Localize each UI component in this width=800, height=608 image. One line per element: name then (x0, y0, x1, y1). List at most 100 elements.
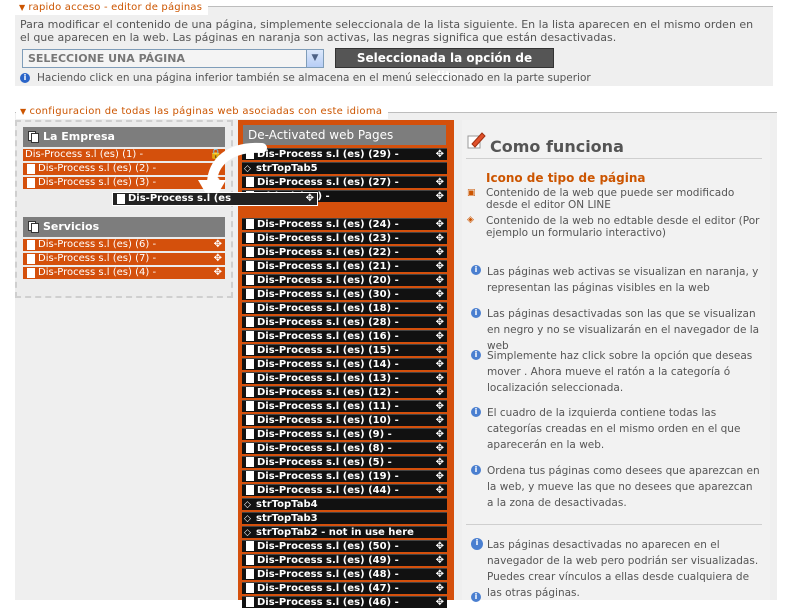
legend-editable: Contenido de la web que puede ser modifi… (486, 187, 735, 211)
page-row[interactable]: Dis-Process s.l (es) (21) - ✥ (242, 260, 447, 272)
chevron-down-icon: ▼ (20, 107, 27, 116)
page-icon (246, 429, 254, 439)
page-row[interactable]: Dis-Process s.l (es) (10) - ✥ (242, 414, 447, 426)
move-icon[interactable]: ✥ (436, 401, 444, 412)
page-row[interactable]: Dis-Process s.l (es) (28) - ✥ (242, 316, 447, 328)
page-icon (246, 317, 254, 327)
page-icon (246, 485, 254, 495)
page-select[interactable]: SELECCIONE UNA PÁGINA ▼ (22, 49, 324, 68)
page-row[interactable]: Dis-Process s.l (es) (4) - ✥ (23, 267, 225, 279)
move-icon[interactable]: ✥ (436, 555, 444, 566)
page-row[interactable]: Dis-Process s.l (es) (20) - ✥ (242, 274, 447, 286)
page-row[interactable]: Dis-Process s.l (es) (46) - ✥ (242, 596, 447, 608)
page-row[interactable]: Dis-Process s.l (es) (8) - ✥ (242, 442, 447, 454)
move-icon[interactable]: ✥ (436, 317, 444, 328)
move-icon[interactable]: ✥ (436, 247, 444, 258)
move-icon[interactable]: ✥ (214, 267, 222, 279)
dragging-page-row[interactable]: Dis-Process s.l (es ✥ (112, 192, 318, 206)
move-icon[interactable]: ✥ (436, 485, 444, 496)
page-row[interactable]: Dis-Process s.l (es) (16) - ✥ (242, 330, 447, 342)
move-icon[interactable]: ✥ (436, 569, 444, 580)
page-icon (246, 303, 254, 313)
page-row[interactable]: Dis-Process s.l (es) (48) - ✥ (242, 568, 447, 580)
quick-access-tab[interactable]: ▼ rapido acceso - editor de páginas (15, 2, 209, 15)
page-row[interactable]: Dis-Process s.l (es) (12) - ✥ (242, 386, 447, 398)
page-row[interactable]: Dis-Process s.l (es) (49) - ✥ (242, 554, 447, 566)
link-row[interactable]: ◇ strTopTab3 (242, 512, 447, 524)
page-icon (246, 373, 254, 383)
move-icon[interactable]: ✥ (436, 233, 444, 244)
move-icon[interactable]: ✥ (214, 239, 222, 251)
move-icon[interactable]: ✥ (436, 289, 444, 300)
page-row[interactable]: Dis-Process s.l (es) (6) - ✥ (23, 239, 225, 251)
divider (466, 524, 762, 525)
page-row[interactable]: Dis-Process s.l (es) (22) - ✥ (242, 246, 447, 258)
page-icon (246, 289, 254, 299)
page-row[interactable]: Dis-Process s.l (es) (14) - ✥ (242, 358, 447, 370)
move-icon[interactable]: ✥ (436, 583, 444, 594)
move-icon[interactable]: ✥ (436, 345, 444, 356)
move-icon[interactable]: ✥ (436, 275, 444, 286)
page-row[interactable]: Dis-Process s.l (es) (5) - ✥ (242, 456, 447, 468)
info-paragraph: El cuadro de la izquierda contiene todas… (487, 407, 741, 451)
move-icon[interactable]: ✥ (436, 303, 444, 314)
move-icon[interactable]: ✥ (436, 191, 444, 202)
page-row[interactable]: Dis-Process s.l (es) (13) - ✥ (242, 372, 447, 384)
page-row[interactable]: Dis-Process s.l (es) (29) - ✥ (242, 148, 447, 160)
link-icon: ◇ (244, 514, 251, 524)
divider (466, 158, 762, 159)
page-row[interactable]: Dis-Process s.l (es) (7) - ✥ (23, 253, 225, 265)
quick-access-description: Para modificar el contenido de una págin… (20, 18, 754, 44)
page-row[interactable]: Dis-Process s.l (es) (19) - ✥ (242, 470, 447, 482)
move-icon[interactable]: ✥ (436, 387, 444, 398)
move-icon[interactable]: ✥ (436, 149, 444, 160)
deactivated-header: De-Activated web Pages (243, 125, 446, 145)
move-icon[interactable]: ✥ (436, 177, 444, 188)
move-icon[interactable]: ✥ (436, 471, 444, 482)
link-icon: ◇ (244, 500, 251, 510)
page-row[interactable]: Dis-Process s.l (es) (27) - ✥ (242, 176, 447, 188)
move-icon[interactable]: ✥ (436, 597, 444, 608)
move-icon[interactable]: ✥ (436, 415, 444, 426)
page-row[interactable]: Dis-Process s.l (es) (15) - ✥ (242, 344, 447, 356)
page-row[interactable]: Dis-Process s.l (es) (9) - ✥ (242, 428, 447, 440)
link-row[interactable]: ◇ strTopTab2 - not in use here (242, 526, 447, 538)
page-row[interactable]: Dis-Process s.l (es) (47) - ✥ (242, 582, 447, 594)
category-header[interactable]: Servicios (23, 217, 225, 237)
move-icon[interactable]: ✥ (214, 253, 222, 265)
page-row[interactable]: Dis-Process s.l (es) (11) - ✥ (242, 400, 447, 412)
page-row[interactable]: Dis-Process s.l (es) (44) - ✥ (242, 484, 447, 496)
page-icon (246, 471, 254, 481)
page-icon (246, 401, 254, 411)
link-row[interactable]: ◇ strTopTab5 (242, 162, 447, 174)
page-icon (246, 541, 254, 551)
page-row[interactable]: Dis-Process s.l (es) (50) - ✥ (242, 540, 447, 552)
chevron-down-icon[interactable]: ▼ (306, 50, 323, 67)
edit-button[interactable]: Seleccionada la opción de editar (335, 48, 554, 83)
move-icon[interactable]: ✥ (436, 219, 444, 230)
move-icon[interactable]: ✥ (436, 541, 444, 552)
page-row[interactable]: Dis-Process s.l (es) (24) - ✥ (242, 218, 447, 230)
move-icon[interactable]: ✥ (436, 331, 444, 342)
page-icon (246, 415, 254, 425)
move-icon[interactable]: ✥ (436, 457, 444, 468)
move-icon: ✥ (305, 193, 314, 204)
page-icon (246, 359, 254, 369)
move-icon[interactable]: ✥ (436, 261, 444, 272)
info-note: Las páginas desactivadas no aparecen en … (487, 539, 759, 599)
config-tab[interactable]: ▼ configuracion de todas las páginas web … (16, 106, 389, 119)
move-icon[interactable]: ✥ (436, 443, 444, 454)
page-icon (246, 387, 254, 397)
link-row[interactable]: ◇ strTopTab4 (242, 498, 447, 510)
move-icon[interactable]: ✥ (436, 429, 444, 440)
move-icon[interactable]: ✥ (436, 359, 444, 370)
page-icon (246, 345, 254, 355)
page-row[interactable]: Dis-Process s.l (es) (30) - ✥ (242, 288, 447, 300)
info-icon: i (471, 407, 481, 417)
info-paragraph: Las páginas desactivadas son las que se … (487, 308, 760, 352)
move-icon[interactable]: ✥ (436, 373, 444, 384)
page-icon (27, 268, 35, 278)
page-row[interactable]: Dis-Process s.l (es) (23) - ✥ (242, 232, 447, 244)
page-row[interactable]: Dis-Process s.l (es) (18) - ✥ (242, 302, 447, 314)
page-icon (246, 597, 254, 607)
